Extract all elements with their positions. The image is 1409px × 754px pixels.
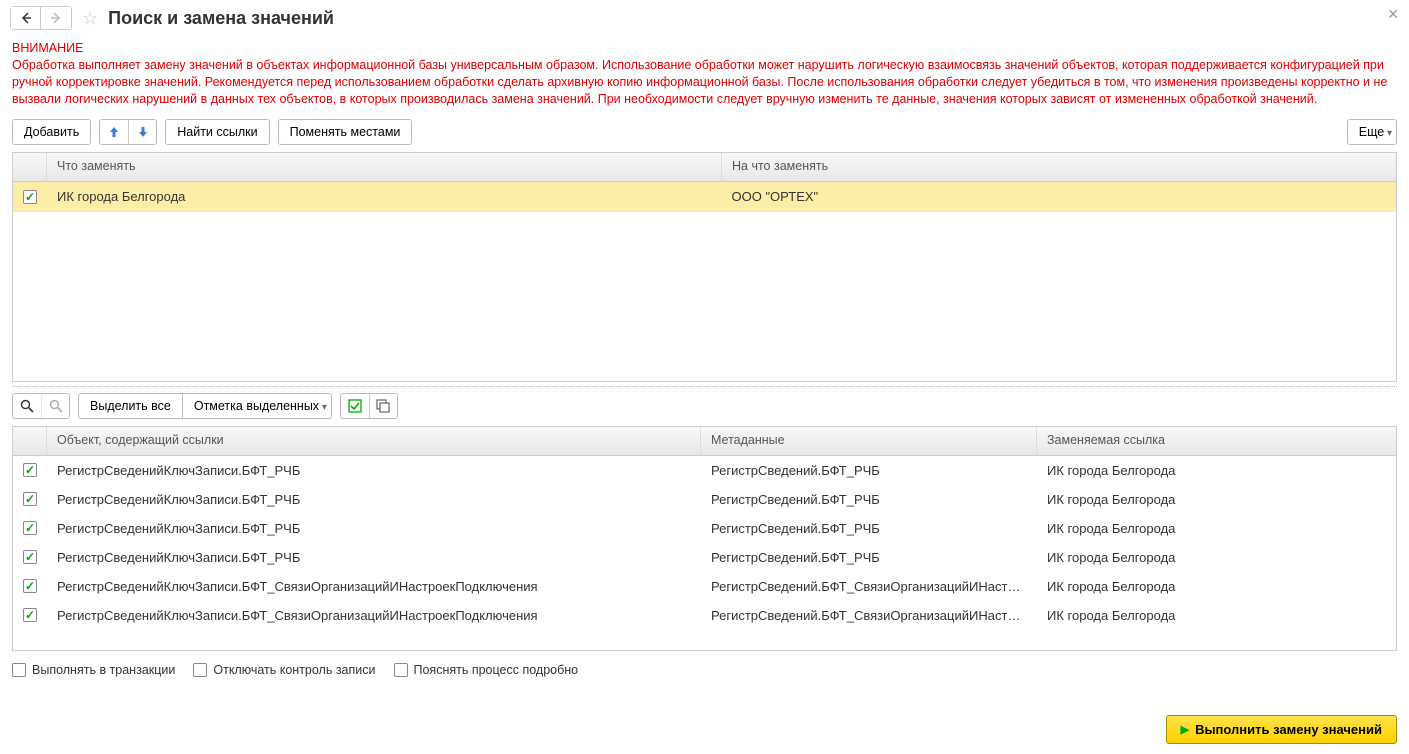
row-checkbox[interactable]: [23, 608, 37, 622]
refs-table-header: Объект, содержащий ссылки Метаданные Зам…: [13, 427, 1396, 456]
row-checkbox[interactable]: [23, 550, 37, 564]
refs-ref-cell[interactable]: ИК города Белгорода: [1037, 492, 1396, 507]
refs-row[interactable]: РегистрСведенийКлючЗаписи.БФТ_РЧБ Регист…: [13, 514, 1396, 543]
row-checkbox[interactable]: [23, 579, 37, 593]
refs-meta-cell[interactable]: РегистрСведений.БФТ_РЧБ: [701, 521, 1037, 536]
refs-header-obj[interactable]: Объект, содержащий ссылки: [47, 427, 701, 455]
replace-header-check: [13, 153, 47, 181]
refs-ref-cell[interactable]: ИК города Белгорода: [1037, 521, 1396, 536]
row-checkbox[interactable]: [23, 190, 37, 204]
refs-row[interactable]: РегистрСведенийКлючЗаписи.БФТ_РЧБ Регист…: [13, 543, 1396, 572]
page-title: Поиск и замена значений: [108, 8, 334, 29]
refs-meta-cell[interactable]: РегистрСведений.БФТ_СвязиОрганизацийИНас…: [701, 579, 1037, 594]
refs-ref-cell[interactable]: ИК города Белгорода: [1037, 463, 1396, 478]
uncheck-all-button[interactable]: [369, 394, 397, 418]
move-up-button[interactable]: [100, 120, 128, 144]
refs-row[interactable]: РегистрСведенийКлючЗаписи.БФТ_РЧБ Регист…: [13, 456, 1396, 485]
disable-write-control-checkbox[interactable]: Отключать контроль записи: [193, 663, 375, 677]
magnifier-icon: [19, 398, 35, 414]
explain-verbose-label: Пояснять процесс подробно: [414, 663, 579, 677]
refs-ref-cell[interactable]: ИК города Белгорода: [1037, 550, 1396, 565]
check-group: [340, 393, 398, 419]
close-button[interactable]: ✕: [1387, 6, 1399, 23]
execute-label: Выполнить замену значений: [1195, 722, 1382, 737]
row-checkbox[interactable]: [23, 492, 37, 506]
refs-obj-cell[interactable]: РегистрСведенийКлючЗаписи.БФТ_РЧБ: [47, 550, 701, 565]
zoom-out-button[interactable]: [41, 394, 69, 418]
checkbox-icon: [394, 663, 408, 677]
refs-row[interactable]: РегистрСведенийКлючЗаписи.БФТ_СвязиОрган…: [13, 601, 1396, 630]
refs-meta-cell[interactable]: РегистрСведений.БФТ_РЧБ: [701, 550, 1037, 565]
refs-meta-cell[interactable]: РегистрСведений.БФТ_СвязиОрганизацийИНас…: [701, 608, 1037, 623]
toolbar-refs: Выделить все Отметка выделенных: [0, 390, 1409, 422]
replace-header-to[interactable]: На что заменять: [722, 153, 1396, 181]
check-all-button[interactable]: [341, 394, 369, 418]
refs-meta-cell[interactable]: РегистрСведений.БФТ_РЧБ: [701, 492, 1037, 507]
execute-replace-button[interactable]: ▶ Выполнить замену значений: [1166, 715, 1397, 744]
warning-body: Обработка выполняет замену значений в об…: [12, 57, 1397, 108]
mark-selected-button[interactable]: Отметка выделенных: [183, 393, 332, 419]
checkbox-icon: [193, 663, 207, 677]
refs-obj-cell[interactable]: РегистрСведенийКлючЗаписи.БФТ_РЧБ: [47, 521, 701, 536]
zoom-group: [12, 393, 70, 419]
toolbar-replace: Добавить Найти ссылки Поменять местами Е…: [0, 116, 1409, 148]
replace-header-from[interactable]: Что заменять: [47, 153, 722, 181]
replace-to-cell[interactable]: ООО "ОРТЕХ": [722, 189, 1397, 204]
refs-header-check: [13, 427, 47, 455]
warning-block: ВНИМАНИЕ Обработка выполняет замену знач…: [0, 36, 1409, 116]
refs-row[interactable]: РегистрСведенийКлючЗаписи.БФТ_СвязиОрган…: [13, 572, 1396, 601]
refs-row[interactable]: РегистрСведенийКлючЗаписи.БФТ_РЧБ Регист…: [13, 485, 1396, 514]
refs-header-meta[interactable]: Метаданные: [701, 427, 1037, 455]
check-square-icon: [347, 398, 363, 414]
footer-options: Выполнять в транзакции Отключать контрол…: [0, 655, 1409, 685]
arrow-right-icon: [50, 12, 62, 24]
in-transaction-checkbox[interactable]: Выполнять в транзакции: [12, 663, 175, 677]
nav-back-button[interactable]: [11, 7, 41, 29]
squares-icon: [375, 398, 391, 414]
find-links-button[interactable]: Найти ссылки: [165, 119, 269, 145]
add-button[interactable]: Добавить: [12, 119, 91, 145]
refs-obj-cell[interactable]: РегистрСведенийКлючЗаписи.БФТ_СвязиОрган…: [47, 579, 701, 594]
refs-obj-cell[interactable]: РегистрСведенийКлючЗаписи.БФТ_РЧБ: [47, 463, 701, 478]
magnifier-dim-icon: [48, 398, 64, 414]
replace-table: Что заменять На что заменять ИК города Б…: [12, 152, 1397, 382]
replace-from-cell[interactable]: ИК города Белгорода: [47, 189, 722, 204]
explain-verbose-checkbox[interactable]: Пояснять процесс подробно: [394, 663, 579, 677]
swap-button[interactable]: Поменять местами: [278, 119, 413, 145]
refs-ref-cell[interactable]: ИК города Белгорода: [1037, 608, 1396, 623]
move-down-button[interactable]: [128, 120, 156, 144]
favorite-star-icon[interactable]: ☆: [82, 8, 98, 29]
play-icon: ▶: [1181, 723, 1189, 736]
refs-header-ref[interactable]: Заменяемая ссылка: [1037, 427, 1396, 455]
arrow-up-icon: [106, 124, 122, 140]
more-button[interactable]: Еще: [1347, 119, 1397, 145]
refs-meta-cell[interactable]: РегистрСведений.БФТ_РЧБ: [701, 463, 1037, 478]
arrow-down-icon: [135, 124, 151, 140]
move-group: [99, 119, 157, 145]
select-group: Выделить все Отметка выделенных: [78, 393, 332, 419]
zoom-in-button[interactable]: [13, 394, 41, 418]
header-bar: ☆ Поиск и замена значений ✕: [0, 0, 1409, 36]
replace-row[interactable]: ИК города Белгорода ООО "ОРТЕХ": [13, 182, 1396, 212]
replace-table-header: Что заменять На что заменять: [13, 153, 1396, 182]
refs-ref-cell[interactable]: ИК города Белгорода: [1037, 579, 1396, 594]
refs-table: Объект, содержащий ссылки Метаданные Зам…: [12, 426, 1397, 651]
select-all-button[interactable]: Выделить все: [78, 393, 183, 419]
refs-obj-cell[interactable]: РегистрСведенийКлючЗаписи.БФТ_СвязиОрган…: [47, 608, 701, 623]
warning-title: ВНИМАНИЕ: [12, 40, 1397, 57]
row-checkbox[interactable]: [23, 463, 37, 477]
nav-button-group: [10, 6, 72, 30]
refs-obj-cell[interactable]: РегистрСведенийКлючЗаписи.БФТ_РЧБ: [47, 492, 701, 507]
checkbox-icon: [12, 663, 26, 677]
row-checkbox[interactable]: [23, 521, 37, 535]
nav-forward-button[interactable]: [41, 7, 71, 29]
in-transaction-label: Выполнять в транзакции: [32, 663, 175, 677]
arrow-left-icon: [20, 12, 32, 24]
disable-write-control-label: Отключать контроль записи: [213, 663, 375, 677]
